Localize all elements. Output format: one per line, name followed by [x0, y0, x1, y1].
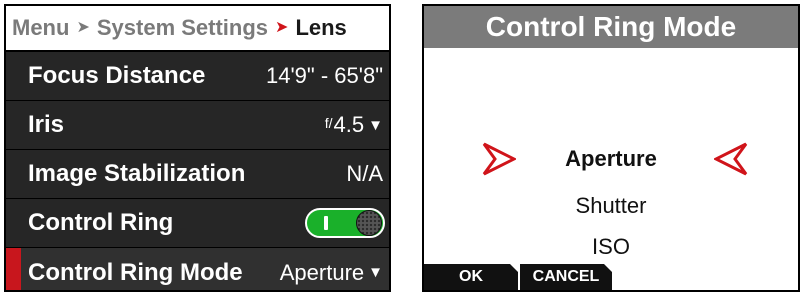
focus-distance-label: Focus Distance [28, 62, 206, 89]
option-iso[interactable]: ISO [424, 234, 798, 260]
control-ring-mode-text: Aperture [279, 259, 365, 285]
iris-label: Iris [28, 111, 65, 138]
ok-button[interactable]: OK [424, 264, 518, 290]
control-ring-mode-value[interactable]: Aperture ▼ [280, 260, 383, 286]
breadcrumb-system-settings[interactable]: System Settings [97, 15, 268, 41]
toggle-knob[interactable] [356, 210, 382, 236]
breadcrumb-lens: Lens [295, 15, 347, 40]
dialog-title: Control Ring Mode [424, 6, 798, 48]
image-stabilization-label: Image Stabilization [28, 160, 246, 187]
red-arrow-left-icon [714, 142, 748, 176]
option-shutter[interactable]: Shutter [424, 193, 798, 219]
control-ring-mode-dialog: Control Ring Mode Aperture Shutter ISO O… [422, 4, 800, 292]
iris-value[interactable]: f/ 4.5 ▼ [325, 112, 383, 138]
f-number-prefix: f/ [324, 115, 333, 131]
control-ring-label: Control Ring [28, 209, 174, 236]
breadcrumb-menu[interactable]: Menu [12, 15, 69, 41]
menu-row-image-stabilization[interactable]: Image Stabilization N/A [6, 150, 389, 199]
menu-row-control-ring-mode[interactable]: Control Ring Mode Aperture ▼ [6, 248, 389, 290]
menu-row-focus-distance[interactable]: Focus Distance 14'9" - 65'8" [6, 52, 389, 101]
chevron-right-icon: ➤ [275, 19, 289, 36]
iris-number: 4.5 [333, 112, 365, 137]
menu-row-control-ring[interactable]: Control Ring [6, 199, 389, 248]
softkey-bar: OK CANCEL [424, 262, 798, 290]
control-ring-mode-label: Control Ring Mode [28, 258, 243, 286]
cancel-button[interactable]: CANCEL [520, 264, 612, 290]
mode-options-list: Aperture Shutter ISO [424, 48, 798, 262]
chevron-right-icon: ➤ [76, 19, 90, 36]
selection-indicator-bar [6, 248, 21, 290]
caret-down-icon: ▼ [368, 264, 383, 281]
lens-menu-panel: Menu ➤ System Settings ➤ Lens Focus Dist… [4, 4, 391, 292]
toggle-on-indicator-icon [324, 216, 328, 230]
caret-down-icon: ▼ [368, 116, 383, 134]
focus-distance-value: 14'9" - 65'8" [266, 63, 383, 88]
menu-row-iris[interactable]: Iris f/ 4.5 ▼ [6, 101, 389, 150]
image-stabilization-value: N/A [346, 161, 383, 186]
control-ring-toggle[interactable] [305, 208, 385, 238]
breadcrumb: Menu ➤ System Settings ➤ Lens [6, 6, 389, 52]
